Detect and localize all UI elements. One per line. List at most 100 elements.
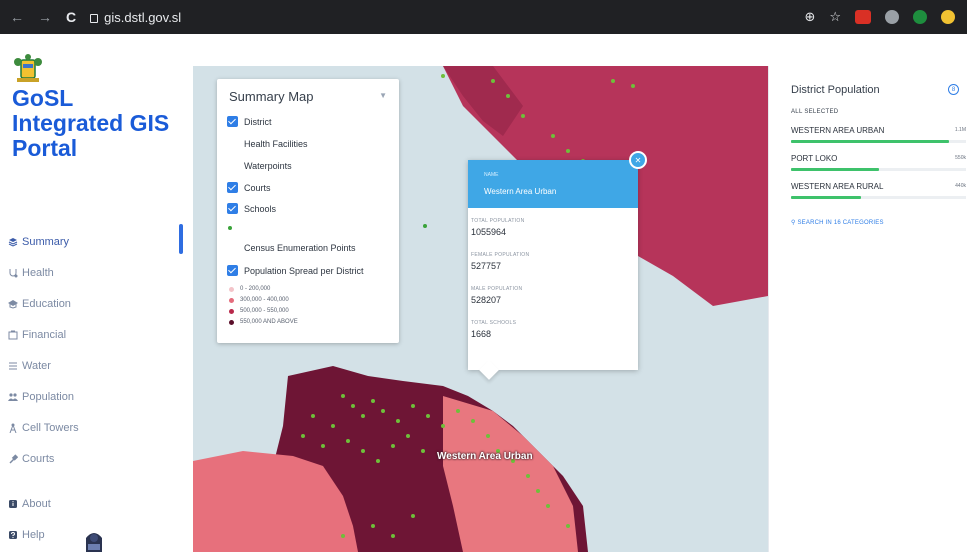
layer-toggle-health-facilities[interactable]: Health Facilities xyxy=(227,138,308,149)
district-row[interactable]: PORT LOKO 550k xyxy=(791,154,966,171)
legend-swatch xyxy=(229,297,234,303)
sidebar-item-health[interactable]: Health xyxy=(8,265,54,281)
address-bar[interactable]: gis.dstl.gov.sl xyxy=(90,10,181,25)
checkbox-courts[interactable] xyxy=(227,182,238,193)
sidebar-item-label: Summary xyxy=(22,236,70,248)
legend-swatch xyxy=(229,308,234,314)
layer-label: District xyxy=(244,116,272,127)
legend-row: 550,000 AND ABOVE xyxy=(229,319,298,325)
popup-field-key: TOTAL POPULATION xyxy=(471,218,525,224)
district-value: 440k xyxy=(955,183,966,189)
sidebar-item-label: Help xyxy=(22,529,45,541)
browser-nav: ← → C xyxy=(0,9,76,25)
summary-map-title: Summary Map xyxy=(229,89,314,104)
coat-of-arms-icon xyxy=(14,54,42,82)
sidebar-item-help[interactable]: Help xyxy=(8,527,45,543)
extension-icon[interactable] xyxy=(885,10,899,24)
legend-row: 500,000 - 550,000 xyxy=(229,308,289,314)
legend-label: 300,000 - 400,000 xyxy=(240,297,289,303)
count-badge[interactable]: 8 xyxy=(948,84,959,95)
district-population-title: District Population xyxy=(791,84,880,96)
checkbox-population-spread[interactable] xyxy=(227,265,238,276)
popup-field-value: 1668 xyxy=(471,329,492,339)
sidebar-item-label: Health xyxy=(22,267,54,279)
extension-green-icon[interactable] xyxy=(913,10,927,24)
financial-icon xyxy=(8,330,18,340)
education-icon xyxy=(8,300,18,309)
tower-icon xyxy=(9,423,17,433)
layer-label: Schools xyxy=(244,203,277,214)
close-icon[interactable]: ✕ xyxy=(629,151,647,169)
legend-row: 300,000 - 400,000 xyxy=(229,297,289,303)
layer-label: Courts xyxy=(244,182,271,193)
map-district-label: Western Area Urban xyxy=(437,451,533,462)
address-text[interactable]: gis.dstl.gov.sl xyxy=(104,10,181,25)
checkbox-census-points[interactable] xyxy=(227,242,238,253)
district-bar xyxy=(791,196,861,199)
layers-icon xyxy=(8,238,18,247)
sidebar-item-population[interactable]: Population xyxy=(8,389,74,405)
legend-label: 550,000 AND ABOVE xyxy=(240,319,298,325)
water-icon xyxy=(9,362,17,370)
district-population-panel: District Population 8 ALL SELECTED WESTE… xyxy=(768,66,967,552)
popup-field: TOTAL POPULATION 1055964 xyxy=(471,218,525,237)
zoom-icon[interactable]: ⊕ xyxy=(804,9,815,25)
collapse-icon[interactable]: ▼ xyxy=(379,91,387,100)
district-bar xyxy=(791,140,949,143)
popup-field: FEMALE POPULATION 527757 xyxy=(471,252,529,271)
bookmark-star-icon[interactable]: ☆ xyxy=(829,9,841,25)
info-icon xyxy=(9,500,17,508)
layer-toggle-census-points[interactable]: Census Enumeration Points xyxy=(227,242,356,253)
sidebar-item-about[interactable]: About xyxy=(8,496,51,512)
sidebar-item-cell-towers[interactable]: Cell Towers xyxy=(8,420,79,436)
sidebar-item-water[interactable]: Water xyxy=(8,358,51,374)
popup-field-key: FEMALE POPULATION xyxy=(471,252,530,258)
layer-label: Population Spread per District xyxy=(244,265,364,276)
browser-toolbar: ← → C gis.dstl.gov.sl ⊕ ☆ xyxy=(0,0,967,34)
layer-toggle-waterpoints[interactable]: Waterpoints xyxy=(227,160,292,171)
sidebar-item-label: Cell Towers xyxy=(22,422,79,434)
profile-avatar-icon[interactable] xyxy=(941,10,955,24)
checkbox-health-facilities[interactable] xyxy=(227,138,238,149)
summary-map-panel: Summary Map ▼ District Health Facilities… xyxy=(217,79,399,343)
sidebar-item-education[interactable]: Education xyxy=(8,296,71,312)
sidebar-item-summary[interactable]: Summary xyxy=(8,234,69,250)
sidebar-item-label: Courts xyxy=(22,453,55,465)
back-icon[interactable]: ← xyxy=(10,9,24,25)
layer-toggle-population-spread[interactable]: Population Spread per District xyxy=(227,265,364,276)
sidebar-item-courts[interactable]: Courts xyxy=(8,451,54,467)
layer-toggle-courts[interactable]: Courts xyxy=(227,182,271,193)
layer-label: Waterpoints xyxy=(244,160,292,171)
checkbox-waterpoints[interactable] xyxy=(227,160,238,171)
reload-icon[interactable]: C xyxy=(66,9,76,25)
layer-label: Census Enumeration Points xyxy=(244,242,356,253)
popup-header-key: NAME xyxy=(484,172,499,178)
legend-label: 500,000 - 550,000 xyxy=(240,308,289,314)
popup-header: NAME Western Area Urban xyxy=(468,160,638,208)
search-categories-link[interactable]: ⚲ SEARCH IN 16 CATEGORIES xyxy=(791,219,884,226)
sidebar-item-label: Education xyxy=(22,298,71,310)
search-icon: ⚲ xyxy=(791,220,796,226)
sidebar-item-financial[interactable]: Financial xyxy=(8,327,66,343)
legend-row: 0 - 200,000 xyxy=(229,286,270,292)
district-row[interactable]: WESTERN AREA URBAN 1.1M xyxy=(791,126,966,143)
district-bar xyxy=(791,168,879,171)
active-indicator xyxy=(179,224,183,254)
portal-title: GoSL Integrated GIS Portal xyxy=(12,85,170,161)
legend-label: 0 - 200,000 xyxy=(240,286,271,292)
popup-field-value: 528207 xyxy=(471,295,502,305)
layer-toggle-district[interactable]: District xyxy=(227,116,272,127)
adblock-extension-icon[interactable] xyxy=(855,10,871,24)
popup-field: MALE POPULATION 528207 xyxy=(471,286,522,305)
layer-toggle-schools[interactable]: Schools xyxy=(227,203,276,214)
selection-status: ALL SELECTED xyxy=(791,109,839,115)
sidebar: GoSL Integrated GIS Portal Summary Healt… xyxy=(0,34,192,552)
district-popup: NAME Western Area Urban ✕ TOTAL POPULATI… xyxy=(468,151,647,380)
district-value: 1.1M xyxy=(954,127,966,133)
district-row[interactable]: WESTERN AREA RURAL 440k xyxy=(791,182,966,199)
population-icon xyxy=(8,393,18,401)
forward-icon[interactable]: → xyxy=(38,9,52,25)
checkbox-district[interactable] xyxy=(227,116,238,127)
health-icon xyxy=(9,269,18,278)
checkbox-schools[interactable] xyxy=(227,203,238,214)
